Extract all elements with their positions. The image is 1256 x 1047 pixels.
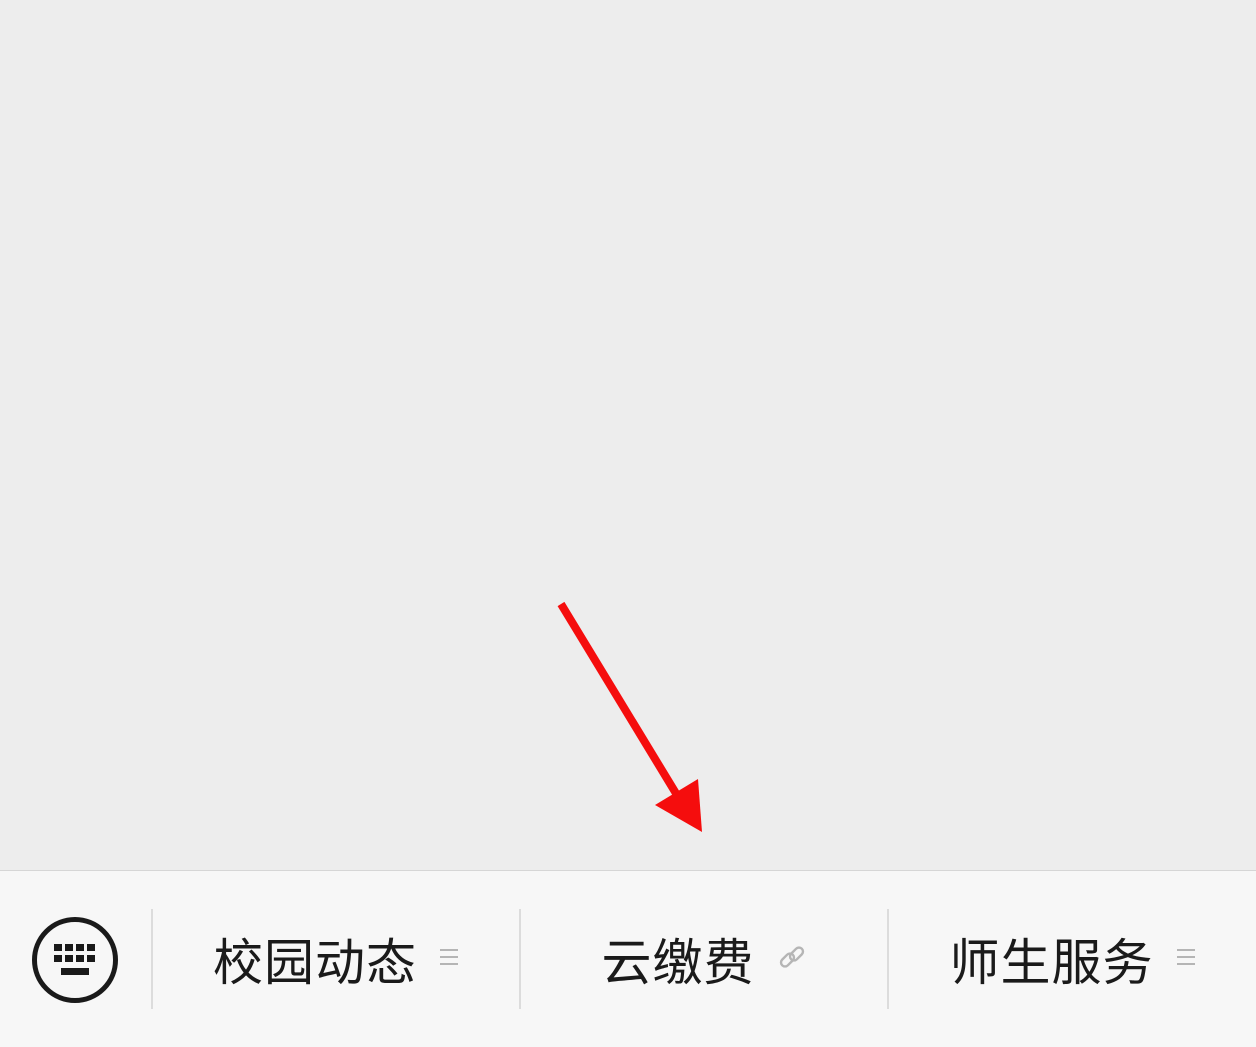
menu-item-campus-news[interactable]: 校园动态	[153, 909, 519, 1009]
list-icon	[1176, 946, 1196, 972]
keyboard-icon	[54, 944, 95, 975]
menu-item-staff-student-services[interactable]: 师生服务	[889, 909, 1256, 1009]
chat-message-area	[0, 0, 1256, 870]
keyboard-toggle-button[interactable]	[32, 917, 118, 1003]
menu-item-label: 师生服务	[949, 934, 1154, 992]
menu-item-label: 云缴费	[601, 934, 755, 992]
menu-item-cloud-payment[interactable]: 云缴费	[521, 909, 887, 1009]
link-icon	[777, 942, 807, 976]
list-icon	[439, 946, 459, 972]
official-account-menu-bar: 校园动态 云缴费 师生服务	[0, 870, 1256, 1047]
menu-item-label: 校园动态	[213, 934, 417, 992]
